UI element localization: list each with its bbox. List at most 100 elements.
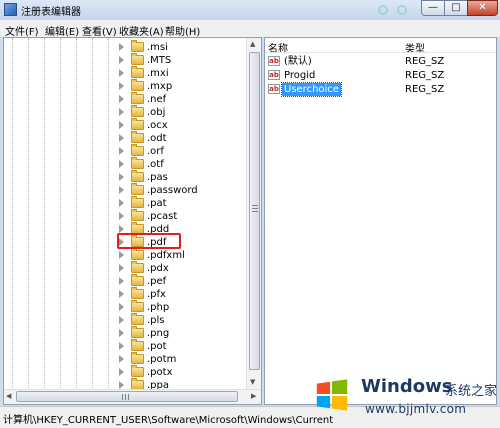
grip-line [252,208,258,209]
registry-values-pane[interactable]: 名称 类型 ab (默认) REG_SZ ab Progid REG_SZ ab… [264,37,497,405]
tree-item[interactable]: .orf [119,144,249,158]
folder-icon [131,287,144,299]
tree-item[interactable]: .MTS [119,53,249,67]
expand-arrow-icon[interactable] [119,82,124,90]
expand-arrow-icon[interactable] [119,121,124,129]
tree-item[interactable]: .pat [119,196,249,210]
header-divider [265,52,496,53]
value-type: REG_SZ [405,56,445,67]
scroll-up-arrow-icon[interactable]: ▲ [250,40,255,48]
tree-item[interactable]: .pot [119,339,249,353]
maximize-button[interactable]: □ [444,0,468,16]
tree-item-label: .pdx [147,263,169,274]
grip-line [128,394,129,400]
tree-item-label: .mxi [147,68,169,79]
tree-item[interactable]: .mxi [119,66,249,80]
tree-item[interactable]: .pef [119,274,249,288]
expand-arrow-icon[interactable] [119,381,124,389]
folder-icon [131,66,144,78]
tree-item-label: .potx [147,367,173,378]
tree-item[interactable]: .ocx [119,118,249,132]
tree-horizontal-scrollbar[interactable]: ◀ ▶ [4,389,261,404]
expand-arrow-icon[interactable] [119,134,124,142]
tree-horizontal-scroll-thumb[interactable] [16,391,238,402]
tree-item[interactable]: .potm [119,352,249,366]
string-value-icon: ab [268,56,280,66]
string-value-icon: ab [268,70,280,80]
menu-view[interactable]: 查看(V) [82,23,117,38]
expand-arrow-icon[interactable] [119,69,124,77]
expand-arrow-icon[interactable] [119,225,124,233]
tree-item[interactable]: .nef [119,92,249,106]
expand-arrow-icon[interactable] [119,108,124,116]
tree-item[interactable]: .odt [119,131,249,145]
regedit-app-icon [4,3,17,16]
tree-item[interactable]: .pdfxml [119,248,249,262]
tree-item[interactable]: .msi [119,40,249,54]
tree-item[interactable]: .mxp [119,79,249,93]
expand-arrow-icon[interactable] [119,303,124,311]
tree-guide-line [12,38,13,390]
window-title: 注册表编辑器 [21,7,81,18]
registry-path: 计算机\HKEY_CURRENT_USER\Software\Microsoft… [3,415,333,426]
minimize-button[interactable]: — [421,0,445,16]
windows-logo-icon [316,379,348,411]
expand-arrow-icon[interactable] [119,43,124,51]
tree-item[interactable]: .password [119,183,249,197]
watermark-brand: Windows [361,376,453,397]
tree-vertical-scroll-thumb[interactable] [249,52,260,370]
tree-item[interactable]: .png [119,326,249,340]
scroll-right-arrow-icon[interactable]: ▶ [251,392,256,400]
expand-arrow-icon[interactable] [119,264,124,272]
tree-item[interactable]: .potx [119,365,249,379]
tree-guide-line [28,38,29,390]
tree-item[interactable]: .pfx [119,287,249,301]
tree-item[interactable]: .pcast [119,209,249,223]
tree-item[interactable]: .pdx [119,261,249,275]
expand-arrow-icon[interactable] [119,277,124,285]
tree-item-label: .mxp [147,81,173,92]
expand-arrow-icon[interactable] [119,316,124,324]
expand-arrow-icon[interactable] [119,95,124,103]
tree-item-label: .pas [147,172,168,183]
tree-item[interactable]: .pls [119,313,249,327]
expand-arrow-icon[interactable] [119,342,124,350]
scroll-down-arrow-icon[interactable]: ▼ [250,378,255,386]
value-type: REG_SZ [405,70,445,81]
expand-arrow-icon[interactable] [119,368,124,376]
expand-arrow-icon[interactable] [119,56,124,64]
scroll-left-arrow-icon[interactable]: ◀ [6,392,11,400]
expand-arrow-icon[interactable] [119,147,124,155]
tree-item[interactable]: .obj [119,105,249,119]
menu-favorites[interactable]: 收藏夹(A) [119,23,164,38]
tree-item-label: .odt [147,133,167,144]
tree-guide-line [76,38,77,390]
string-value-icon: ab [268,84,280,94]
expand-arrow-icon[interactable] [119,212,124,220]
expand-arrow-icon[interactable] [119,173,124,181]
tree-vertical-scrollbar[interactable]: ▲ ▼ [246,38,261,391]
pdf-highlight-annotation [117,233,181,249]
expand-arrow-icon[interactable] [119,199,124,207]
folder-icon [131,313,144,325]
expand-arrow-icon[interactable] [119,160,124,168]
expand-arrow-icon[interactable] [119,290,124,298]
menu-edit[interactable]: 编辑(E) [45,23,79,38]
expand-arrow-icon[interactable] [119,251,124,259]
expand-arrow-icon[interactable] [119,329,124,337]
tree-item[interactable]: .pas [119,170,249,184]
tree-item[interactable]: .php [119,300,249,314]
registry-tree-pane[interactable]: .msi .MTS .mxi .mxp .nef .obj .ocx .odt .orf .otf… [3,37,262,405]
expand-arrow-icon[interactable] [119,355,124,363]
tree-item[interactable]: .otf [119,157,249,171]
close-button[interactable]: ✕ [467,0,498,16]
menu-help[interactable]: 帮助(H) [165,23,200,38]
value-row[interactable]: ab Progid REG_SZ [268,69,493,82]
tree-guide-line [92,38,93,390]
expand-arrow-icon[interactable] [119,186,124,194]
value-row[interactable]: ab (默认) REG_SZ [268,55,493,68]
tree-guide-line [108,38,109,390]
value-row-selected[interactable]: ab Userchoice REG_SZ [268,82,493,97]
folder-icon [131,183,144,195]
menu-file[interactable]: 文件(F) [5,23,39,38]
